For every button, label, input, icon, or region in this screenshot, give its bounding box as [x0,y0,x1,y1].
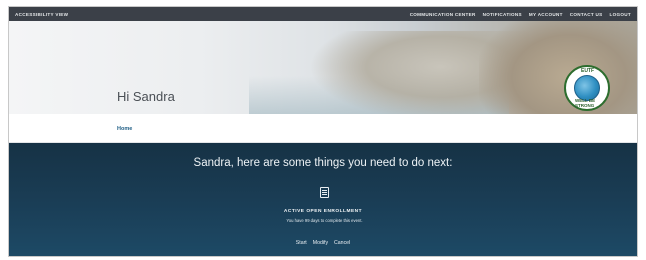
greeting-title: Hi Sandra [117,89,175,104]
modify-button[interactable]: Modify [313,240,328,246]
my-account-link[interactable]: MY ACCOUNT [529,12,563,17]
accessibility-view-link[interactable]: ACCESSIBILITY VIEW [15,12,68,17]
contact-us-link[interactable]: CONTACT US [570,12,603,17]
logout-link[interactable]: LOGOUT [610,12,631,17]
enrollment-title: ACTIVE OPEN ENROLLMENT [283,209,363,214]
eutf-logo: EUTF WELL BE STRONG [564,65,610,111]
enrollment-description: You have 99 days to complete this event. [286,218,363,223]
communication-center-link[interactable]: COMMUNICATION CENTER [410,12,476,17]
breadcrumb-home-link[interactable]: Home [117,126,132,132]
document-icon [320,187,329,198]
top-utility-bar: ACCESSIBILITY VIEW COMMUNICATION CENTER … [9,7,637,21]
start-button[interactable]: Start [296,240,307,246]
next-steps-panel: Sandra, here are some things you need to… [9,143,637,256]
enrollment-actions: Start Modify Cancel [9,240,637,246]
breadcrumb: Home [9,114,637,143]
next-steps-heading: Sandra, here are some things you need to… [193,157,453,169]
hero-banner: Hi Sandra EUTF WELL BE STRONG [9,21,637,114]
hero-background-cliff [479,21,637,114]
top-nav-links: COMMUNICATION CENTER NOTIFICATIONS MY AC… [410,12,631,17]
notifications-link[interactable]: NOTIFICATIONS [483,12,522,17]
browser-frame: ACCESSIBILITY VIEW COMMUNICATION CENTER … [8,6,638,257]
logo-text-top: EUTF [581,68,595,74]
logo-text-bottom: WELL BE STRONG [575,98,596,108]
cancel-button[interactable]: Cancel [334,240,350,246]
